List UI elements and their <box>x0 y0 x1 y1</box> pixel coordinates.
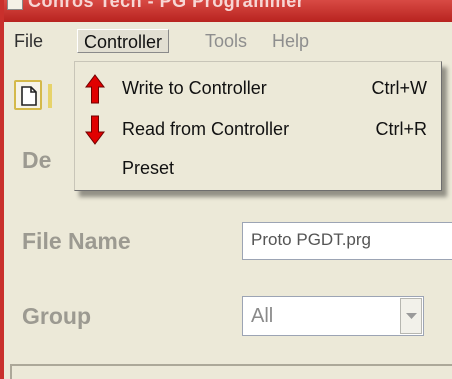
new-file-button[interactable] <box>14 80 42 110</box>
controller-menu: Write to Controller Ctrl+W Read from Con… <box>74 61 442 191</box>
red-up-arrow-icon <box>85 74 105 104</box>
group-select-value: All <box>251 305 274 327</box>
file-name-label: File Name <box>22 228 131 254</box>
title-bar[interactable]: Conros Tech - PG Programmer <box>4 0 452 22</box>
bottom-panel <box>10 364 452 379</box>
menu-item-write-to-controller[interactable]: Write to Controller Ctrl+W <box>75 71 441 105</box>
new-document-icon <box>21 86 37 106</box>
app-icon <box>7 0 23 10</box>
description-label: De <box>22 147 52 173</box>
preset-label: Preset <box>122 158 175 178</box>
write-to-controller-label: Write to Controller <box>122 78 267 98</box>
group-dropdown-button[interactable] <box>400 298 422 334</box>
read-from-controller-label: Read from Controller <box>122 119 290 139</box>
app-window: Conros Tech - PG Programmer File Control… <box>0 0 452 379</box>
menu-item-preset[interactable]: Preset <box>75 151 441 185</box>
chevron-down-icon <box>406 313 417 319</box>
write-shortcut: Ctrl+W <box>371 78 428 98</box>
toolbar-button-edge <box>48 84 52 108</box>
menu-help[interactable]: Help <box>266 29 315 53</box>
red-down-arrow-icon <box>85 115 105 145</box>
menu-controller[interactable]: Controller <box>77 29 170 53</box>
read-shortcut: Ctrl+R <box>375 119 427 139</box>
file-name-field[interactable]: Proto PGDT.prg <box>242 222 452 260</box>
group-select[interactable]: All <box>242 296 424 336</box>
group-label: Group <box>22 303 91 329</box>
menu-bar: File Controller Tools Help <box>4 22 452 58</box>
menu-item-read-from-controller[interactable]: Read from Controller Ctrl+R <box>75 112 441 146</box>
menu-tools[interactable]: Tools <box>199 29 253 53</box>
menu-file[interactable]: File <box>8 29 49 53</box>
window-title: Conros Tech - PG Programmer <box>28 0 305 11</box>
